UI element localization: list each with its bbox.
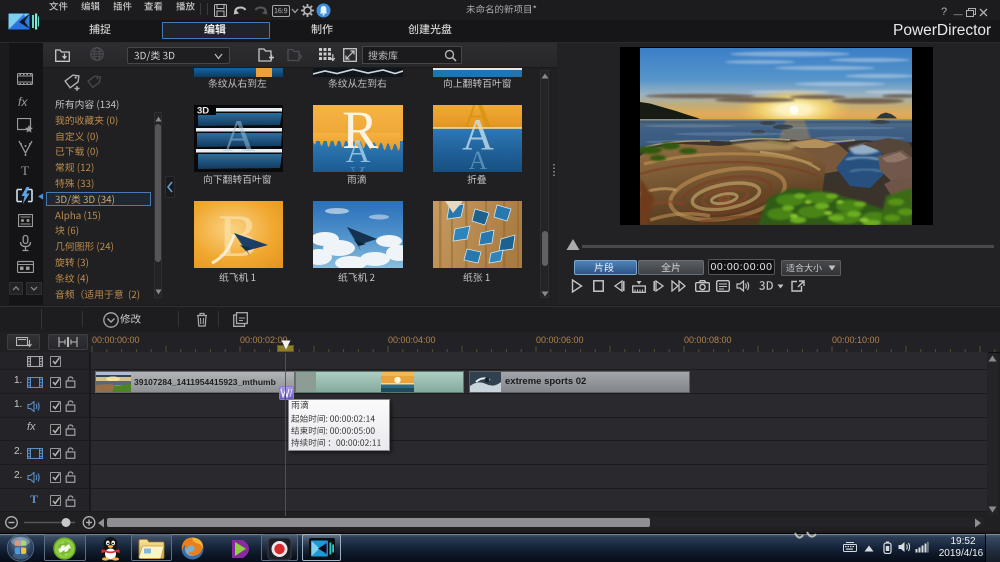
svg-text:A: A xyxy=(222,110,255,161)
svg-text:A: A xyxy=(350,162,366,172)
svg-text:3D: 3D xyxy=(197,106,209,117)
svg-text:A: A xyxy=(469,146,488,172)
